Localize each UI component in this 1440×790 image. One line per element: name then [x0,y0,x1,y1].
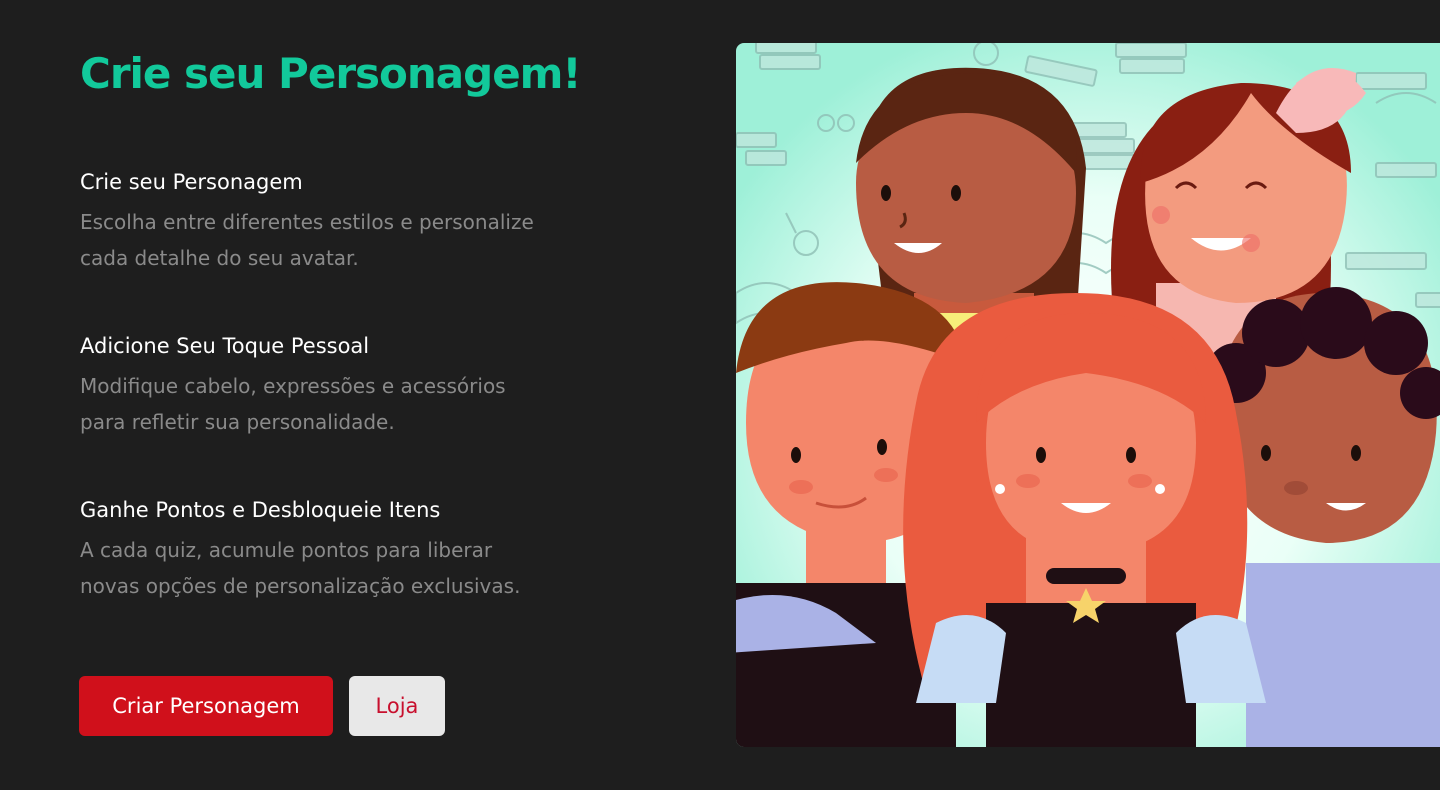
feature-heading: Crie seu Personagem [80,170,303,194]
feature-earn-points: Ganhe Pontos e Desbloqueie Itens A cada … [80,496,640,604]
create-character-button[interactable]: Criar Personagem [79,676,333,736]
feature-heading: Adicione Seu Toque Pessoal [80,334,370,358]
feature-description: Escolha entre diferentes estilos e perso… [80,204,640,276]
feature-description-line: Escolha entre diferentes estilos e perso… [80,210,534,234]
feature-create-character: Crie seu Personagem Escolha entre difere… [80,168,640,276]
feature-description-line: Modifique cabelo, expressões e acessório… [80,374,506,398]
page-title: Crie seu Personagem! [80,49,582,98]
feature-description-line: para refletir sua personalidade. [80,410,395,434]
feature-description: Modifique cabelo, expressões e acessório… [80,368,640,440]
feature-heading: Ganhe Pontos e Desbloqueie Itens [80,498,441,522]
feature-description-line: cada detalhe do seu avatar. [80,246,359,270]
characters-illustration [736,43,1440,747]
feature-description: A cada quiz, acumule pontos para liberar… [80,532,640,604]
group-of-kids-image [736,43,1440,747]
feature-description-line: A cada quiz, acumule pontos para liberar [80,538,493,562]
action-buttons: Criar Personagem Loja [79,676,445,736]
feature-description-line: novas opções de personalização exclusiva… [80,574,521,598]
shop-button[interactable]: Loja [349,676,445,736]
feature-personal-touch: Adicione Seu Toque Pessoal Modifique cab… [80,332,640,440]
hero-section: Crie seu Personagem! [80,46,640,102]
